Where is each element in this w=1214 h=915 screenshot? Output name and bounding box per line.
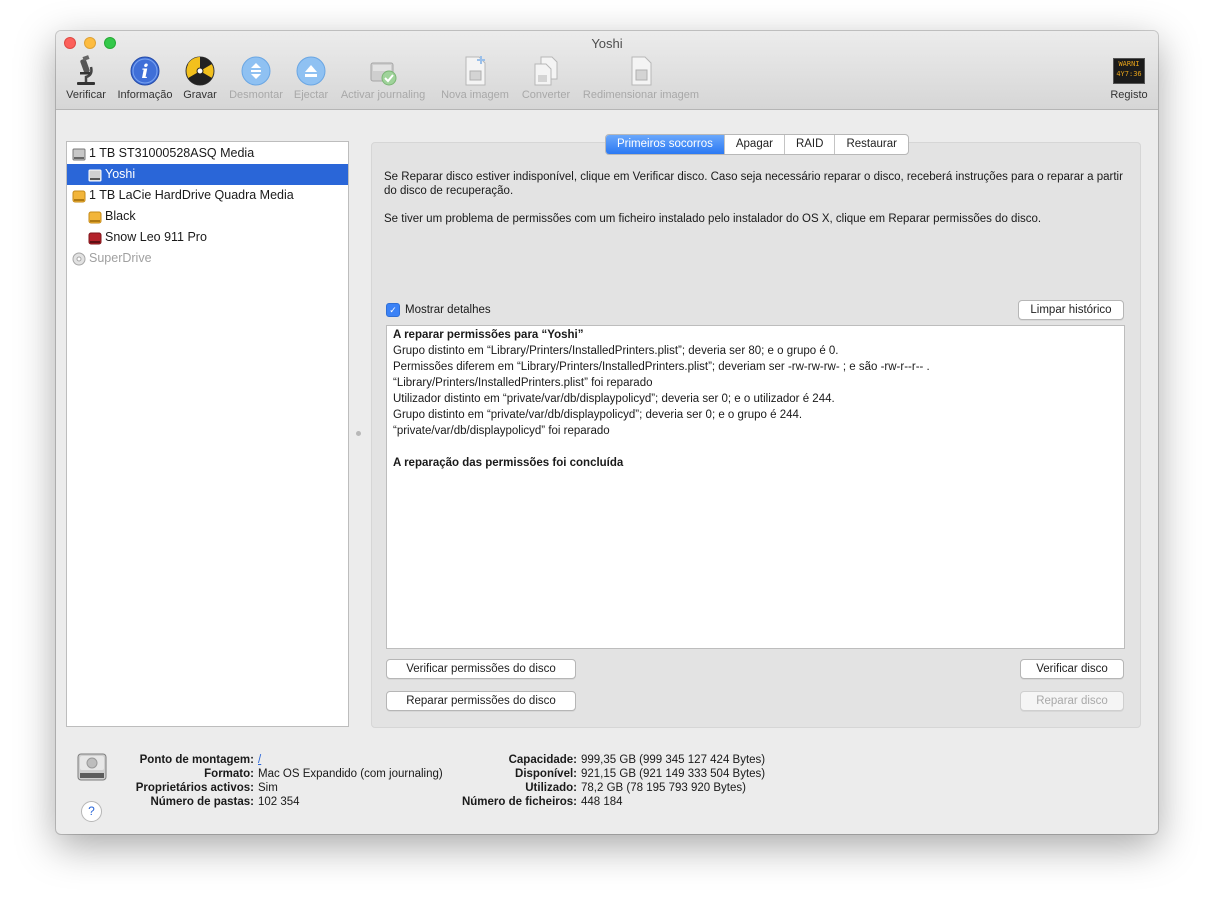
permissions-info-text: Se tiver um problema de permissões com u… [384,213,1042,225]
toolbar-gravar[interactable]: Gravar [181,55,219,101]
titlebar: Yoshi Verificar i Informação Gravar Desm… [56,31,1158,110]
optical-drive-icon [72,252,86,266]
volume-info-right: Capacidade: 999,35 GB (999 345 127 424 By… [461,754,766,808]
toolbar-verificar[interactable]: Verificar [62,55,110,101]
checkmark-icon: ✓ [386,303,400,317]
repair-permissions-button[interactable]: Reparar permissões do disco [386,691,576,711]
verify-permissions-button[interactable]: Verificar permissões do disco [386,659,576,679]
unmount-icon [240,55,272,87]
tab-primeiros-socorros[interactable]: Primeiros socorros [606,135,724,154]
show-details-checkbox[interactable]: ✓ Mostrar detalhes [386,303,491,317]
log-line: A reparação das permissões foi concluída [393,457,624,469]
toolbar-desmontar[interactable]: Desmontar [226,55,286,101]
sidebar-item-yoshi[interactable]: Yoshi [67,164,348,185]
external-disk-icon [72,189,86,203]
tab-restaurar[interactable]: Restaurar [834,135,908,154]
window-title: Yoshi [591,36,623,51]
convert-icon [530,55,562,87]
disk-utility-window: Yoshi Verificar i Informação Gravar Desm… [56,31,1158,834]
internal-disk-icon [72,147,86,161]
mount-point-link[interactable]: / [258,753,261,767]
sidebar-item-lacie[interactable]: 1 TB LaCie HardDrive Quadra Media [67,185,348,206]
log-line: Grupo distinto em “private/var/db/displa… [393,409,803,421]
sidebar-item-superdrive[interactable]: SuperDrive [67,248,348,269]
details-log: A reparar permissões para “Yoshi” Grupo … [386,325,1125,649]
log-line: “Library/Printers/InstalledPrinters.plis… [393,377,653,389]
repair-disk-button[interactable]: Reparar disco [1020,691,1124,711]
journaling-icon [367,55,399,87]
sidebar-item-st31000528asq[interactable]: 1 TB ST31000528ASQ Media [67,143,348,164]
disk-sidebar: 1 TB ST31000528ASQ Media Yoshi 1 TB LaCi… [66,141,349,727]
help-button[interactable]: ? [81,801,102,822]
resize-image-icon [625,55,657,87]
first-aid-info-text: Se Reparar disco estiver indisponível, c… [384,171,1123,197]
toolbar-ejectar[interactable]: Ejectar [291,55,331,101]
clear-history-button[interactable]: Limpar histórico [1018,300,1124,320]
split-view-handle[interactable] [356,431,361,436]
toolbar-converter[interactable]: Converter [518,55,574,101]
microscope-icon [70,55,102,87]
log-line: A reparar permissões para “Yoshi” [393,329,584,341]
toolbar-nova-imagem[interactable]: Nova imagem [437,55,513,101]
verify-disk-button[interactable]: Verificar disco [1020,659,1124,679]
log-line: Permissões diferem em “Library/Printers/… [393,361,930,373]
new-image-icon [459,55,491,87]
log-icon: WARNI 4Y7:36 [1113,55,1145,87]
log-line: Grupo distinto em “Library/Printers/Inst… [393,345,839,357]
tab-bar: Primeiros socorros Apagar RAID Restaurar [605,134,909,155]
tab-raid[interactable]: RAID [783,135,834,154]
volume-icon [88,168,102,182]
toolbar-informacao[interactable]: i Informação [114,55,176,101]
log-icon-display: WARNI 4Y7:36 [1113,58,1145,84]
red-volume-icon [88,231,102,245]
toolbar-registo[interactable]: WARNI 4Y7:36 Registo [1106,55,1152,101]
volume-info-left: Ponto de montagem: / Formato: Mac OS Expan… [135,753,443,808]
volume-large-icon [76,751,108,786]
svg-text:i: i [141,61,148,83]
log-line: Utilizador distinto em “private/var/db/d… [393,393,835,405]
toolbar-redimensionar-imagem[interactable]: Redimensionar imagem [578,55,704,101]
tab-apagar[interactable]: Apagar [723,135,784,154]
toolbar-activar-journaling[interactable]: Activar journaling [336,55,430,101]
sidebar-item-snow-leo[interactable]: Snow Leo 911 Pro [67,227,348,248]
log-line: “private/var/db/displaypolicyd” foi repa… [393,425,610,437]
sidebar-item-black[interactable]: Black [67,206,348,227]
eject-icon [295,55,327,87]
info-icon: i [129,55,161,87]
external-volume-icon [88,210,102,224]
burn-icon [184,55,216,87]
